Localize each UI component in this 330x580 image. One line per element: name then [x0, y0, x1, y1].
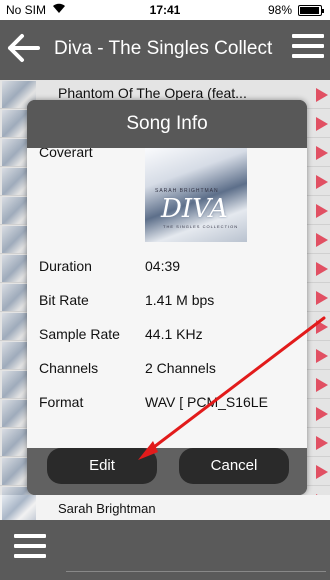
duration-value: 04:39 [145, 258, 181, 274]
cancel-button[interactable]: Cancel [179, 448, 289, 484]
sample-rate-label: Sample Rate [39, 326, 120, 342]
top-nav-bar: Diva - The Singles Collect [0, 20, 330, 80]
track-thumbnail [2, 495, 36, 520]
edit-button[interactable]: Edit [47, 448, 157, 484]
battery-percent: 98% [267, 3, 292, 17]
hamburger-menu-icon[interactable] [14, 534, 46, 566]
format-value: WAV [ PCM_S16LE [145, 394, 268, 410]
battery-icon [298, 5, 324, 16]
cover-album-text: DIVA [161, 194, 228, 224]
dialog-footer: Edit Cancel [27, 448, 307, 495]
sample-rate-value: 44.1 KHz [145, 326, 203, 342]
channels-value: 2 Channels [145, 360, 216, 376]
bit-rate-value: 1.41 M bps [145, 292, 215, 308]
coverart-label: Coverart [39, 148, 93, 160]
duration-label: Duration [39, 258, 92, 274]
list-item[interactable]: Sarah Brightman [0, 495, 330, 520]
dialog-title: Song Info [27, 100, 307, 148]
app-screen: No SIM 17:41 98% Diva - The Singles Coll… [0, 0, 330, 580]
track-artist-text: Sarah Brightman [58, 501, 156, 516]
bottom-bar [0, 520, 330, 580]
song-info-dialog: Song Info Coverart SARAH BRIGHTMAN DIVA … [27, 100, 307, 495]
channels-label: Channels [39, 360, 99, 376]
back-arrow-icon[interactable] [4, 30, 44, 70]
bottom-divider [66, 571, 326, 572]
hamburger-menu-icon[interactable] [292, 34, 324, 66]
cover-subtitle-text: THE SINGLES COLLECTION [163, 224, 239, 229]
format-label: Format [39, 394, 84, 410]
status-bar: No SIM 17:41 98% [0, 0, 330, 20]
album-cover-image: SARAH BRIGHTMAN DIVA THE SINGLES COLLECT… [145, 148, 247, 242]
album-title: Diva - The Singles Collect [54, 38, 273, 59]
dialog-body: Coverart SARAH BRIGHTMAN DIVA THE SINGLE… [27, 148, 307, 448]
bit-rate-label: Bit Rate [39, 292, 89, 308]
